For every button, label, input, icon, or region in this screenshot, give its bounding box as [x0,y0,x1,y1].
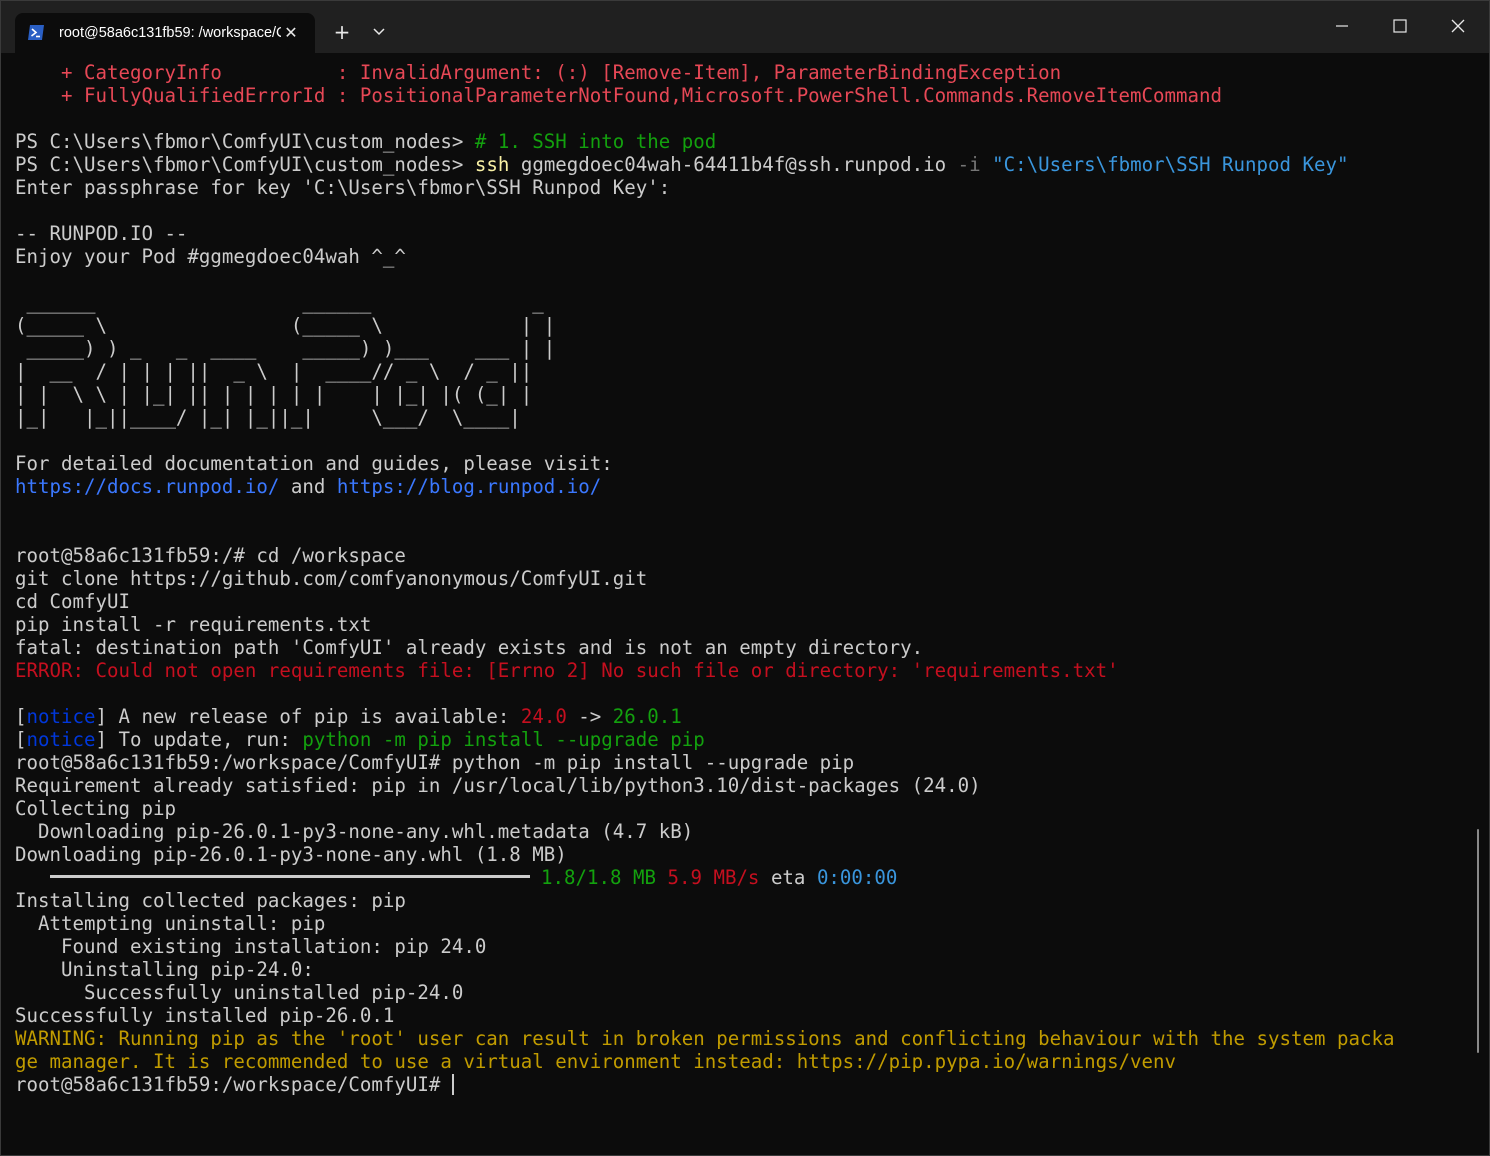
bracket: ] [95,728,107,751]
update-command: python -m pip install --upgrade pip [302,728,705,751]
notice-label: notice [26,705,96,728]
terminal-line: -- RUNPOD.IO -- [15,222,188,245]
download-size: 1.8/1.8 MB [541,866,656,889]
terminal-line: https://docs.runpod.io/ and https://blog… [15,475,1465,498]
bracket: [ [15,705,27,728]
terminal-line: pip install -r requirements.txt [15,613,372,636]
and-text: and [279,475,337,498]
terminal-line: Collecting pip [15,797,176,820]
progress-line: 1.8/1.8 MB 5.9 MB/s eta 0:00:00 [15,866,1465,889]
scrollbar-thumb[interactable] [1477,829,1479,1053]
ascii-art-line: | | \ \ | |_| || | | | | | | |_| |( (_| … [15,383,533,406]
close-icon[interactable] [1429,1,1487,53]
terminal-icon [28,25,44,40]
terminal-line: cd ComfyUI [15,590,130,613]
download-speed: 5.9 MB/s [667,866,760,889]
command-text: cd /workspace [256,544,406,567]
terminal-line: root@58a6c131fb59:/# cd /workspace [15,544,1465,567]
terminal-line: Requirement already satisfied: pip in /u… [15,774,981,797]
ps-prompt: PS C:\Users\fbmor\ComfyUI\custom_nodes> [15,130,475,153]
ascii-art-line: | __ / | | | || _ \ | ____// _ \ / _ || [15,360,533,383]
terminal-line: Downloading pip-26.0.1-py3-none-any.whl.… [15,820,694,843]
notice-label: notice [26,728,96,751]
root-prompt: root@58a6c131fb59:/# [15,544,257,567]
terminal-tab[interactable]: root@58a6c131fb59: /workspace/ComfyUI ✕ [15,13,315,53]
command-arg: ggmegdoec04wah-64411b4f@ssh.runpod.io [509,153,958,176]
terminal-line: PS C:\Users\fbmor\ComfyUI\custom_nodes> … [15,130,1465,153]
terminal-line: root@58a6c131fb59:/workspace/ComfyUI# py… [15,751,1465,774]
notice-text: A new release of pip is available: [106,705,521,728]
command-name: ssh [474,153,510,176]
terminal-line: root@58a6c131fb59:/workspace/ComfyUI# [15,1073,1465,1096]
tab-title: root@58a6c131fb59: /workspace/ComfyUI [59,25,281,41]
new-version: 26.0.1 [612,705,682,728]
title-bar: root@58a6c131fb59: /workspace/ComfyUI ✕ … [1,1,1489,53]
command-flag: -i [957,153,981,176]
ascii-art-line: |_| |_||____/ |_| |_||_| \___/ \____| [15,406,521,429]
error-line: ERROR: Could not open requirements file:… [15,659,1119,682]
command-text: python -m pip install --upgrade pip [451,751,855,774]
bracket: ] [95,705,107,728]
terminal-line: git clone https://github.com/comfyanonym… [15,567,648,590]
download-eta: 0:00:00 [816,866,898,889]
notice-line: [notice] To update, run: python -m pip i… [15,728,1465,751]
terminal-line: For detailed documentation and guides, p… [15,452,613,475]
terminal-line: Enjoy your Pod #ggmegdoec04wah ^_^ [15,245,406,268]
arrow-text: -> [566,705,613,728]
terminal-line: Enter passphrase for key 'C:\Users\fbmor… [15,176,671,199]
terminal-output[interactable]: + CategoryInfo : InvalidArgument: (:) [R… [15,61,1465,1141]
maximize-icon[interactable] [1371,1,1429,53]
eta-label: eta [770,866,806,889]
command-string: "C:\Users\fbmor\SSH Runpod Key" [980,153,1349,176]
ascii-art-line: ______ ______ _ [15,291,556,314]
warning-line: ge manager. It is recommended to use a v… [15,1050,1177,1073]
terminal-line: Installing collected packages: pip [15,889,406,912]
terminal-line: fatal: destination path 'ComfyUI' alread… [15,636,924,659]
blog-link[interactable]: https://blog.runpod.io/ [337,475,601,498]
docs-link[interactable]: https://docs.runpod.io/ [15,475,279,498]
root-prompt: root@58a6c131fb59:/workspace/ComfyUI# [15,751,452,774]
download-progress-bar [49,875,530,878]
bracket: [ [15,728,27,751]
notice-text: To update, run: [106,728,303,751]
terminal-line: Downloading pip-26.0.1-py3-none-any.whl … [15,843,567,866]
chevron-down-icon[interactable] [365,19,393,45]
plus-icon[interactable]: + [327,19,357,45]
terminal-line: PS C:\Users\fbmor\ComfyUI\custom_nodes> … [15,153,1465,176]
ascii-art-line: _____) ) _ _ ____ _____) )___ ___ | | [15,337,556,360]
terminal-line: Uninstalling pip-24.0: [15,958,314,981]
terminal-window: root@58a6c131fb59: /workspace/ComfyUI ✕ … [0,0,1490,1156]
warning-line: WARNING: Running pip as the 'root' user … [15,1027,1395,1050]
error-line: + CategoryInfo : InvalidArgument: (:) [R… [15,61,1062,84]
ps-prompt: PS C:\Users\fbmor\ComfyUI\custom_nodes> [15,153,475,176]
terminal-line: Successfully installed pip-26.0.1 [15,1004,395,1027]
minimize-icon[interactable] [1313,1,1371,53]
terminal-line: Successfully uninstalled pip-24.0 [15,981,464,1004]
terminal-line: Attempting uninstall: pip [15,912,326,935]
old-version: 24.0 [520,705,567,728]
close-icon[interactable]: ✕ [279,21,303,45]
notice-line: [notice] A new release of pip is availab… [15,705,1465,728]
terminal-line: Found existing installation: pip 24.0 [15,935,487,958]
root-prompt: root@58a6c131fb59:/workspace/ComfyUI# [15,1073,452,1096]
command-comment: # 1. SSH into the pod [474,130,717,153]
ascii-art-line: (_____ \ (_____ \ | | [15,314,556,337]
text-cursor [451,1073,454,1095]
error-line: + FullyQualifiedErrorId : PositionalPara… [15,84,1223,107]
